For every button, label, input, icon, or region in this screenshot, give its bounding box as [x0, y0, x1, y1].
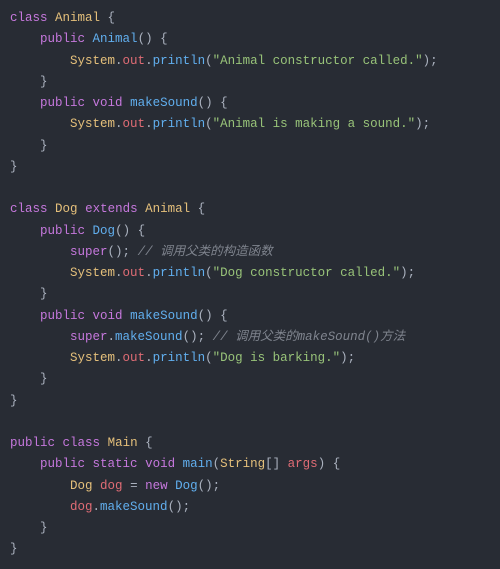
code-editor: class Animal { public Animal() { System.…	[0, 0, 500, 569]
code-line: public void makeSound() {	[10, 96, 228, 110]
code-line: public class Main {	[10, 436, 153, 450]
code-line: System.out.println("Animal constructor c…	[10, 54, 438, 68]
code-line: }	[10, 372, 48, 386]
code-line: dog.makeSound();	[10, 500, 190, 514]
code-line: public void makeSound() {	[10, 309, 228, 323]
code-line: public static void main(String[] args) {	[10, 457, 340, 471]
code-line: }	[10, 521, 48, 535]
code-line: }	[10, 542, 18, 556]
code-line: System.out.println("Animal is making a s…	[10, 117, 430, 131]
code-line: }	[10, 139, 48, 153]
code-line: }	[10, 75, 48, 89]
code-line: System.out.println("Dog constructor call…	[10, 266, 415, 280]
code-line: class Animal {	[10, 11, 115, 25]
code-line: super.makeSound(); // 调用父类的makeSound()方法	[10, 330, 405, 344]
code-line: }	[10, 394, 18, 408]
code-line: super(); // 调用父类的构造函数	[10, 245, 273, 259]
code-line: System.out.println("Dog is barking.");	[10, 351, 355, 365]
code-line: Dog dog = new Dog();	[10, 479, 220, 493]
code-line: class Dog extends Animal {	[10, 202, 205, 216]
code-line: }	[10, 160, 18, 174]
code-line: }	[10, 287, 48, 301]
code-line: public Animal() {	[10, 32, 168, 46]
code-line: public Dog() {	[10, 224, 145, 238]
